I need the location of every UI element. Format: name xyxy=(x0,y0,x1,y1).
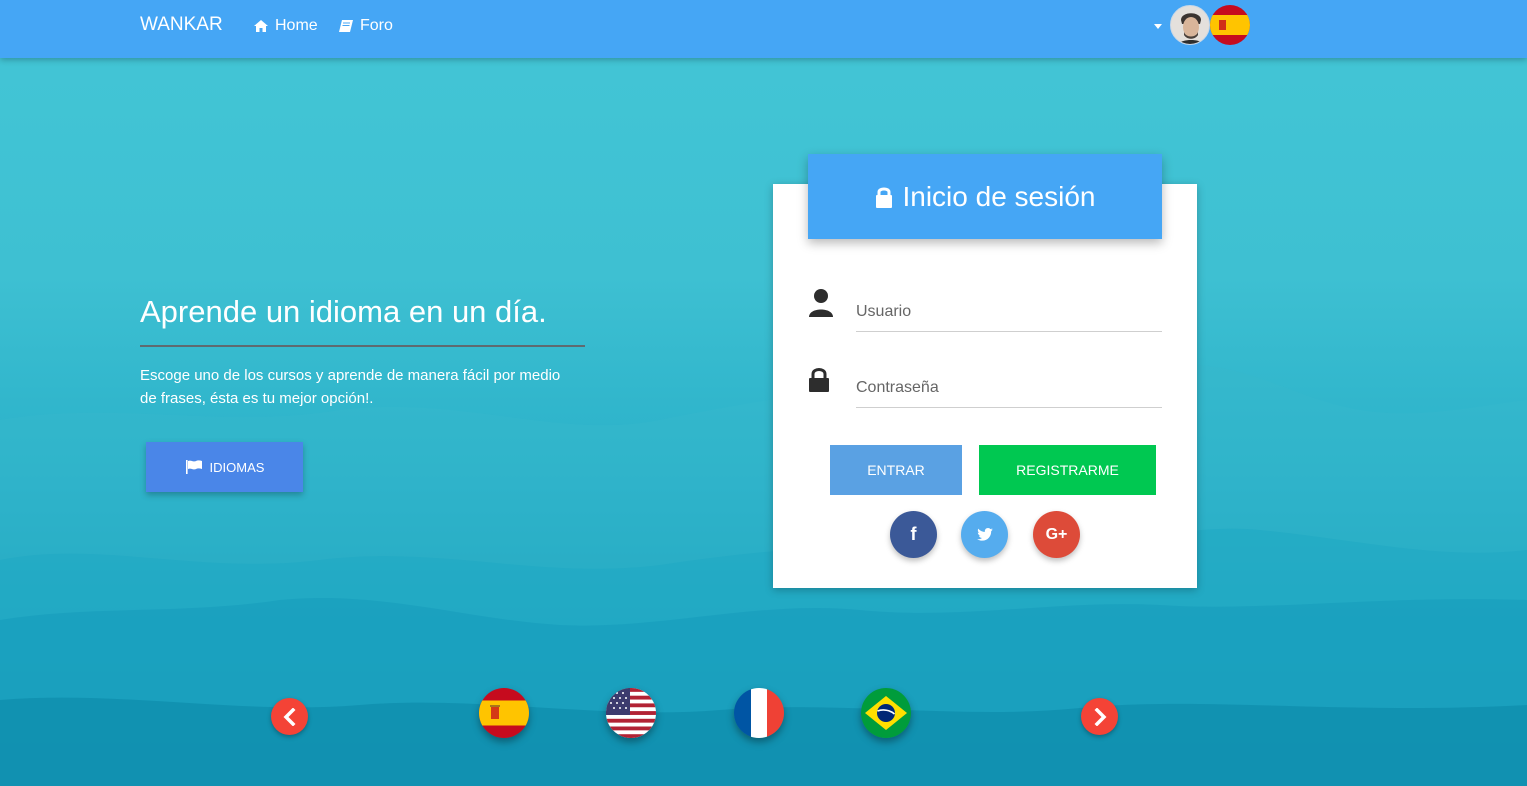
home-icon xyxy=(254,20,268,32)
password-input[interactable] xyxy=(856,368,1162,408)
hero-title: Aprende un idioma en un día. xyxy=(140,294,547,329)
language-flag-spain[interactable] xyxy=(1210,5,1250,45)
entrar-button[interactable]: ENTRAR xyxy=(830,445,962,495)
navbar: WANKAR Home Foro xyxy=(0,0,1527,58)
brand-logo[interactable]: WANKAR xyxy=(140,14,223,36)
nav-link-foro-label: Foro xyxy=(360,17,393,34)
login-card-header: Inicio de sesión xyxy=(808,154,1162,239)
chevron-right-icon xyxy=(1094,707,1106,726)
flag-france[interactable] xyxy=(734,688,784,738)
twitter-icon xyxy=(976,528,993,541)
nav-link-home-label: Home xyxy=(275,17,318,34)
user-icon xyxy=(809,289,833,317)
nav-link-foro[interactable]: Foro xyxy=(338,17,393,35)
facebook-button[interactable]: f xyxy=(890,511,937,558)
book-icon xyxy=(339,20,353,32)
lock-icon xyxy=(809,368,829,392)
nav-link-home[interactable]: Home xyxy=(253,17,318,35)
google-plus-button[interactable]: G+ xyxy=(1033,511,1080,558)
google-plus-icon: G+ xyxy=(1045,525,1068,543)
facebook-icon: f xyxy=(910,524,917,544)
lock-icon xyxy=(876,187,893,208)
login-title: Inicio de sesión xyxy=(902,180,1096,212)
idiomas-button[interactable]: IDIOMAS xyxy=(146,442,303,492)
carousel-prev-button[interactable] xyxy=(271,698,308,735)
chevron-left-icon xyxy=(283,707,295,726)
username-input[interactable] xyxy=(856,292,1162,332)
idiomas-button-label: IDIOMAS xyxy=(209,459,265,475)
user-avatar[interactable] xyxy=(1170,5,1210,45)
flag-spain[interactable] xyxy=(479,688,529,738)
flag-icon xyxy=(185,460,202,474)
carousel-next-button[interactable] xyxy=(1081,698,1118,735)
flag-brazil[interactable] xyxy=(861,688,911,738)
caret-down-icon[interactable] xyxy=(1154,24,1162,29)
hero-divider xyxy=(140,345,585,347)
registrarme-button[interactable]: REGISTRARME xyxy=(979,445,1156,495)
twitter-button[interactable] xyxy=(961,511,1008,558)
hero-description: Escoge uno de los cursos y aprende de ma… xyxy=(140,367,561,407)
flag-usa[interactable] xyxy=(606,688,656,738)
